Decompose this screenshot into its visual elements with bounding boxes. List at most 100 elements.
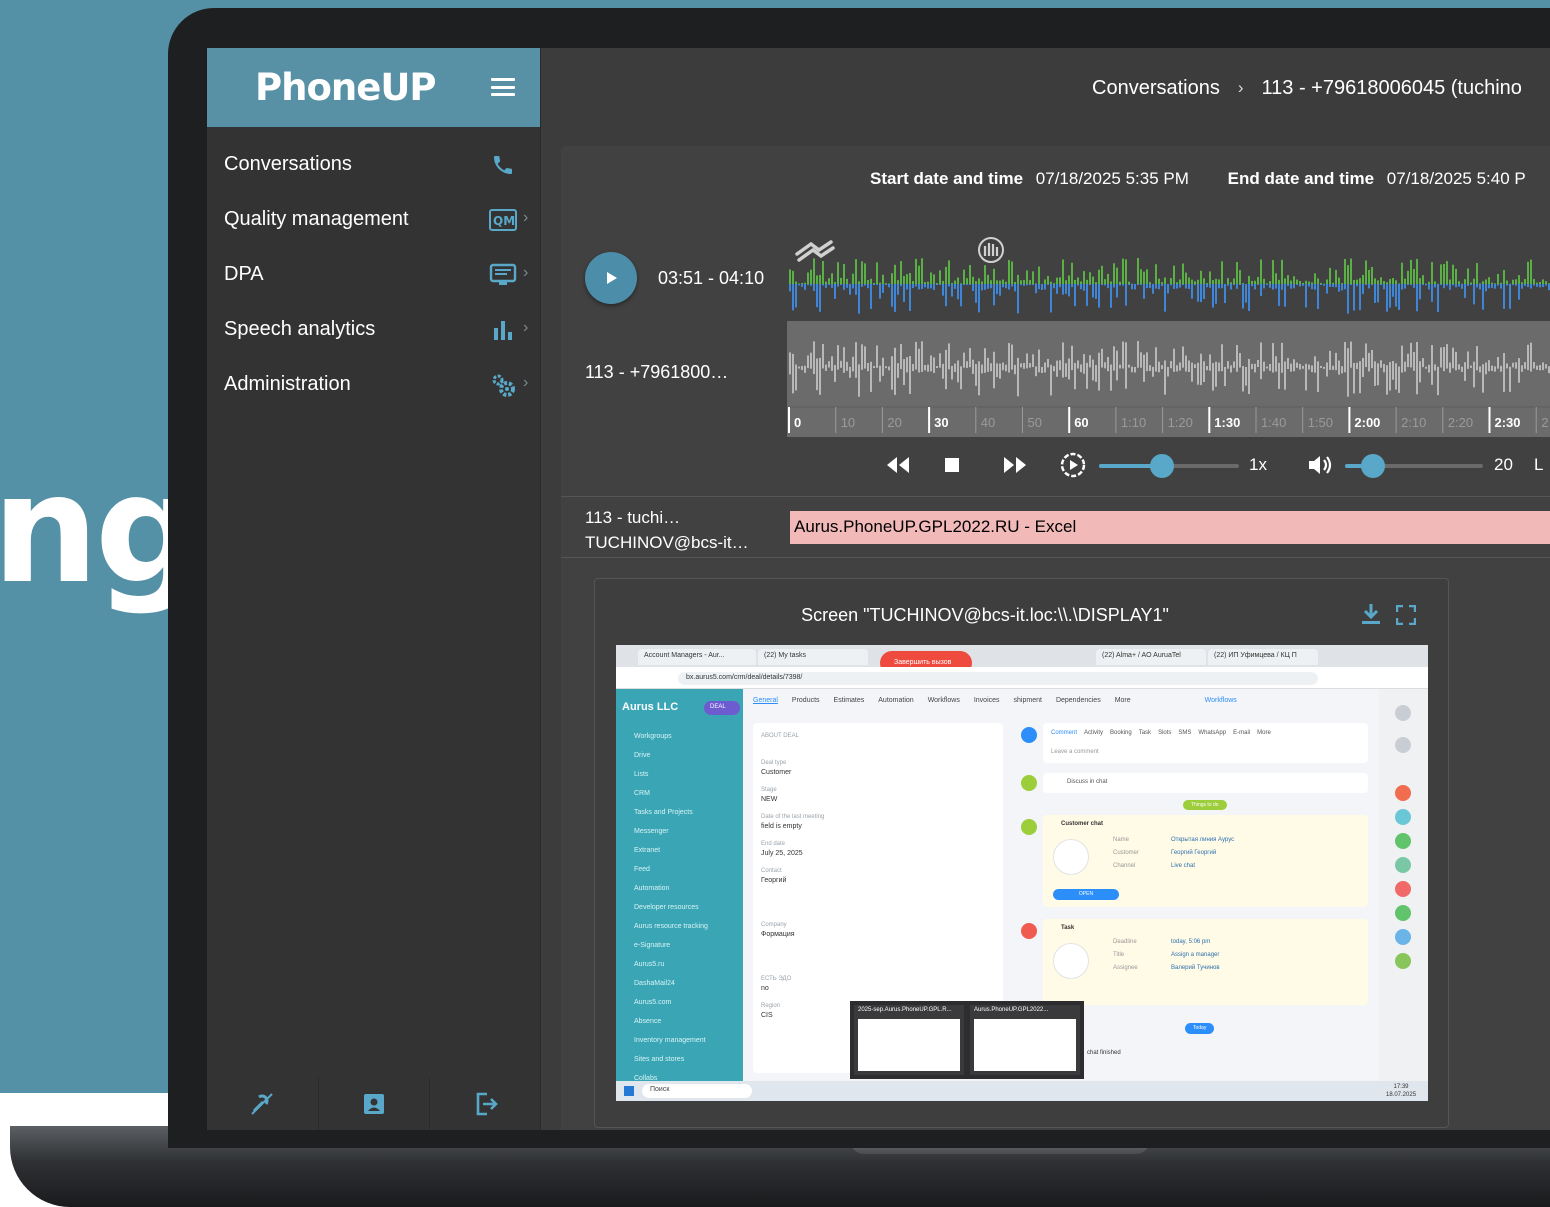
logout-icon[interactable] bbox=[430, 1078, 541, 1130]
waveform-bar-down bbox=[1092, 284, 1094, 298]
shot-field-label: Stage bbox=[761, 787, 777, 793]
fullscreen-icon[interactable] bbox=[1396, 605, 1416, 625]
waveform-bar-down bbox=[1254, 284, 1256, 290]
shot-side-link: Feed bbox=[634, 866, 650, 873]
waveform-bar-up bbox=[999, 280, 1001, 284]
waveform-bar-up bbox=[1533, 279, 1535, 284]
sidebar-item-conversations[interactable]: Conversations bbox=[207, 137, 540, 192]
waveform-bar-up bbox=[1326, 279, 1328, 284]
rewind-icon[interactable] bbox=[885, 455, 911, 475]
screen-capture-image[interactable]: Account Managers - Aur... (22) My tasks … bbox=[616, 645, 1428, 1101]
active-window-bar[interactable]: Aurus.PhoneUP.GPL2022.RU - Excel bbox=[790, 511, 1550, 544]
overview-bar bbox=[906, 357, 908, 373]
sidebar-item-quality-management[interactable]: Quality management QM › bbox=[207, 192, 540, 247]
chevron-right-icon: › bbox=[523, 264, 529, 281]
waveform-bar-up bbox=[1293, 276, 1295, 284]
channel-letter[interactable]: L bbox=[1534, 455, 1543, 475]
overview-bar bbox=[930, 355, 932, 372]
waveform-bar-down bbox=[1080, 284, 1082, 290]
waveform-bar-down bbox=[1371, 284, 1373, 286]
waveform-bars bbox=[789, 258, 1550, 314]
playback-speed-icon[interactable] bbox=[1059, 451, 1087, 479]
overview-bar bbox=[1197, 362, 1199, 385]
breadcrumb-conversations[interactable]: Conversations bbox=[1092, 77, 1220, 100]
overview-bar bbox=[1017, 357, 1019, 397]
sidebar-item-administration[interactable]: Administration › bbox=[207, 357, 540, 412]
shot-field-label: End date bbox=[761, 841, 786, 847]
waveform-bar-down bbox=[864, 284, 866, 286]
play-button[interactable] bbox=[585, 252, 637, 304]
waveform-bar-down bbox=[897, 284, 899, 295]
waveform-bar-up bbox=[864, 263, 866, 284]
volume-value: 20 bbox=[1494, 455, 1513, 474]
fast-forward-icon[interactable] bbox=[1002, 455, 1028, 475]
stop-icon[interactable] bbox=[944, 457, 960, 473]
shot-side-link: Aurus5.ru bbox=[634, 961, 665, 968]
overview-bar bbox=[978, 361, 980, 396]
overview-bar bbox=[1335, 352, 1337, 371]
volume-icon[interactable] bbox=[1307, 453, 1333, 477]
disabled-tools-icon[interactable] bbox=[207, 1078, 319, 1130]
waveform-bar-down bbox=[1473, 284, 1475, 305]
shot-side-link: Lists bbox=[634, 771, 649, 778]
waveform-bar-up bbox=[906, 274, 908, 284]
menu-toggle-icon[interactable] bbox=[491, 78, 515, 96]
overview-bar bbox=[1074, 362, 1076, 390]
waveform-bar-down bbox=[1515, 284, 1517, 286]
waveform-bar-down bbox=[888, 284, 890, 288]
divider bbox=[561, 496, 1550, 497]
waveform-bar-up bbox=[1125, 259, 1127, 284]
shot-field-label: Deal type bbox=[761, 760, 787, 766]
waveform-bar-up bbox=[1191, 279, 1193, 284]
waveform-bar-down bbox=[1470, 284, 1472, 285]
start-date-value: 07/18/2025 5:35 PM bbox=[1035, 169, 1189, 188]
shot-side-link: Extranet bbox=[634, 847, 661, 854]
waveform-bar-up bbox=[1140, 269, 1142, 284]
overview-bar bbox=[1014, 364, 1016, 375]
waveform-bar-up bbox=[1071, 262, 1073, 284]
download-icon[interactable] bbox=[1360, 602, 1382, 626]
overview-waveform[interactable]: 0 10 20 30 40 50 60 1:10 1:20 1:30 1:40 1:50 2:00 2:1… bbox=[787, 321, 1550, 437]
overview-bar bbox=[825, 364, 827, 371]
sidebar-item-speech-analytics[interactable]: Speech analytics › bbox=[207, 302, 540, 357]
overview-bar bbox=[960, 366, 962, 390]
shot-row-label: Assignee bbox=[1113, 965, 1138, 971]
overview-bar bbox=[1437, 366, 1439, 396]
brand-logo[interactable]: PhoneUP bbox=[255, 66, 436, 109]
overview-bar bbox=[1266, 366, 1268, 369]
waveform-bar-up bbox=[1545, 281, 1547, 284]
waveform-bar-down bbox=[1149, 284, 1151, 288]
overview-bar bbox=[927, 364, 929, 372]
waveform-bar-up bbox=[945, 266, 947, 284]
waveform-bar-up bbox=[1482, 281, 1484, 284]
speed-slider-handle[interactable] bbox=[1150, 454, 1174, 478]
overview-bar bbox=[1218, 362, 1220, 372]
overview-bar bbox=[852, 356, 854, 372]
overview-bar bbox=[975, 364, 977, 386]
overview-bar bbox=[1398, 366, 1400, 393]
overview-bar bbox=[1425, 366, 1427, 369]
waveform-bar-up bbox=[1410, 259, 1412, 284]
waveform-bar-down bbox=[1137, 284, 1139, 285]
shot-row-value: Георгий Георгий bbox=[1171, 850, 1217, 856]
speaker-waveform[interactable] bbox=[787, 236, 1550, 316]
overview-bar bbox=[795, 364, 797, 391]
timeline-ticks: 0 10 20 30 40 50 60 1:10 1:20 1:30 1:40 1:50 2:00 2:1… bbox=[788, 407, 1548, 433]
waveform-bar-up bbox=[939, 270, 941, 284]
overview-bar bbox=[1341, 366, 1343, 374]
shot-feed: Comment Activity Booking Task Slots SMS WhatsA… bbox=[1021, 723, 1368, 1073]
volume-slider-handle[interactable] bbox=[1360, 454, 1385, 478]
waveform-bar-up bbox=[1374, 278, 1376, 284]
waveform-bar-up bbox=[876, 262, 878, 284]
overview-bar bbox=[1092, 359, 1094, 381]
overview-bar bbox=[1035, 366, 1037, 377]
overview-bar bbox=[1326, 362, 1328, 377]
shot-preview: 2025-sep.Aurus.PhoneUP.GPL.R... bbox=[854, 1005, 964, 1075]
sidebar-item-dpa[interactable]: DPA › bbox=[207, 247, 540, 302]
waveform-bar-up bbox=[1371, 266, 1373, 284]
contact-card-icon[interactable] bbox=[319, 1078, 431, 1130]
overview-bar bbox=[1125, 342, 1127, 389]
waveform-bar-up bbox=[981, 281, 983, 284]
overview-bar bbox=[1233, 361, 1235, 368]
overview-bar bbox=[1530, 342, 1532, 372]
